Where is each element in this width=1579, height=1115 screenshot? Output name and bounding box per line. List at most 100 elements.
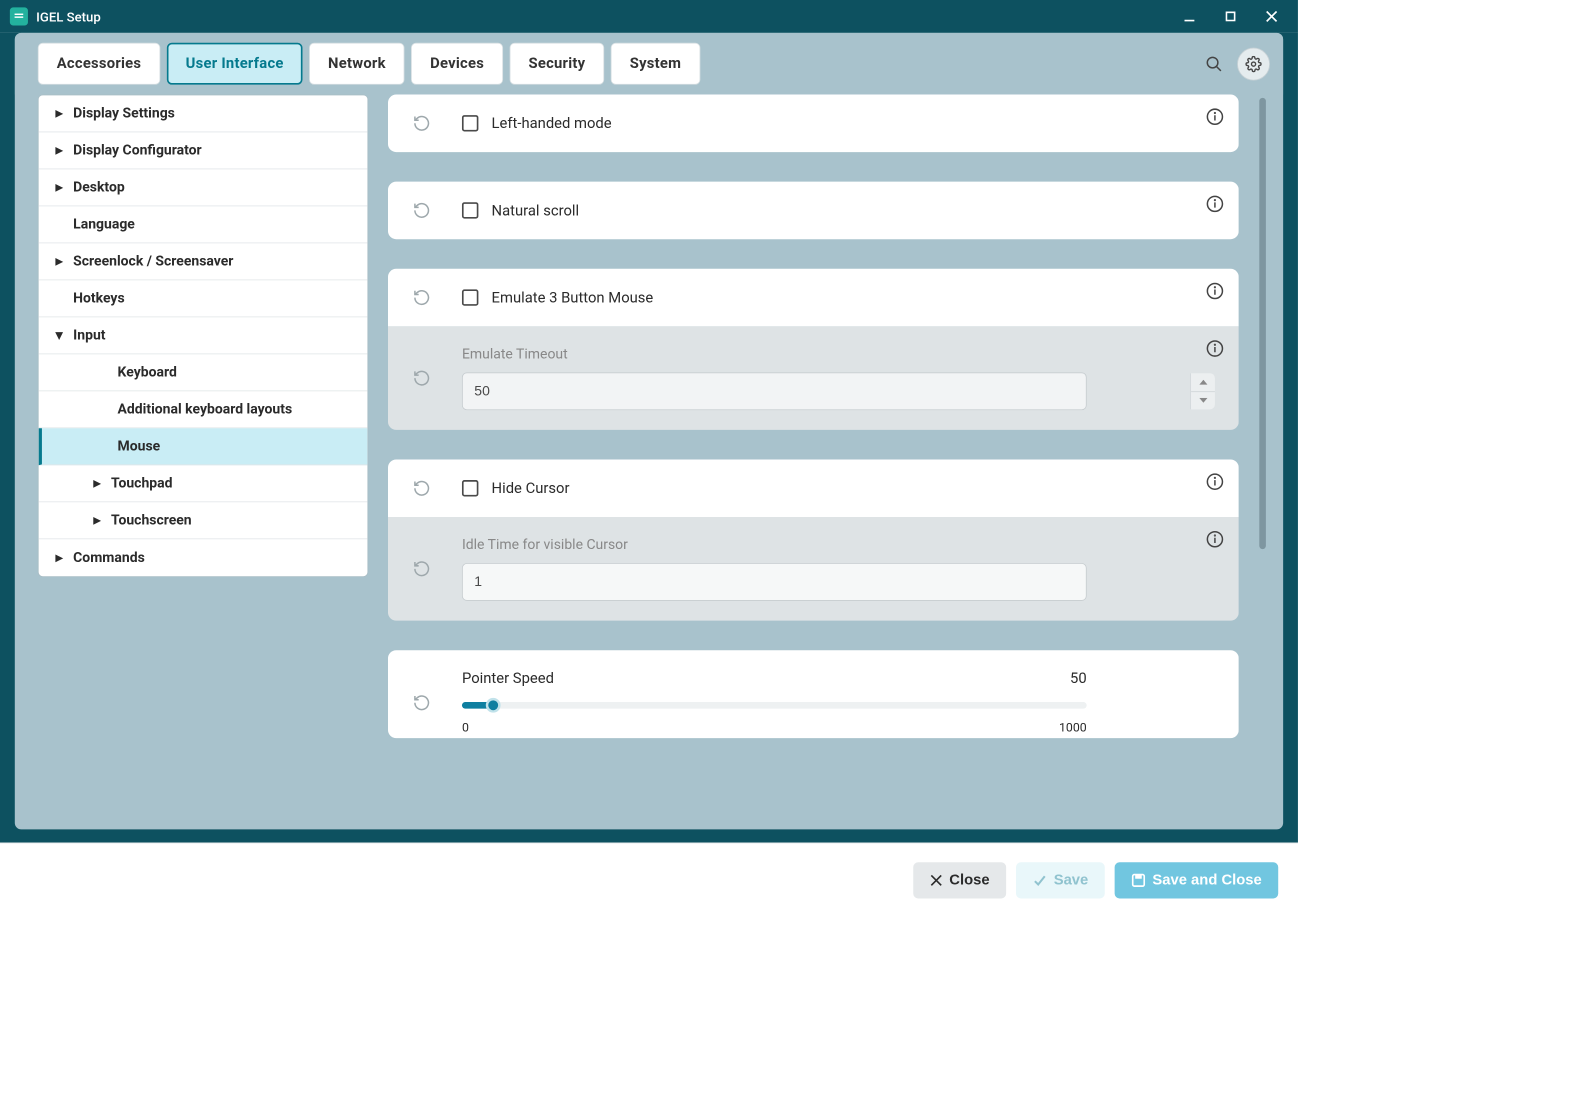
window-title: IGEL Setup bbox=[36, 9, 101, 25]
idle-time-input[interactable] bbox=[462, 563, 1087, 601]
scrollbar[interactable] bbox=[1258, 95, 1266, 830]
emulate-timeout-input[interactable] bbox=[462, 372, 1087, 410]
reset-icon[interactable] bbox=[411, 479, 432, 497]
natural-scroll-checkbox[interactable] bbox=[462, 202, 478, 218]
spinner-up[interactable] bbox=[1191, 373, 1215, 391]
emulate-timeout-label: Emulate Timeout bbox=[462, 346, 1216, 362]
info-icon[interactable] bbox=[1206, 195, 1224, 213]
sidebar-item-label: Display Configurator bbox=[73, 142, 202, 158]
info-icon[interactable] bbox=[1206, 282, 1224, 300]
reset-icon[interactable] bbox=[411, 201, 432, 219]
sidebar-item-keyboard[interactable]: ▸ Keyboard bbox=[39, 354, 368, 391]
sidebar-item-label: Desktop bbox=[73, 179, 125, 195]
sidebar-item-display-configurator[interactable]: ▸ Display Configurator bbox=[39, 132, 368, 169]
info-icon[interactable] bbox=[1206, 530, 1224, 548]
slider-thumb[interactable] bbox=[486, 698, 501, 713]
chevron-right-icon: ▸ bbox=[53, 550, 65, 566]
setting-idle-time: Idle Time for visible Cursor bbox=[388, 517, 1239, 621]
scrollbar-thumb[interactable] bbox=[1259, 98, 1266, 550]
setting-natural-scroll: Natural scroll bbox=[388, 182, 1239, 240]
spinner-down[interactable] bbox=[1191, 392, 1215, 410]
sidebar-item-label: Touchpad bbox=[111, 475, 173, 491]
setting-pointer-speed: Pointer Speed 50 0 1000 bbox=[388, 650, 1239, 738]
hide-cursor-label: Hide Cursor bbox=[492, 480, 570, 497]
slider-max: 1000 bbox=[1059, 720, 1087, 735]
sidebar-item-screenlock[interactable]: ▸ Screenlock / Screensaver bbox=[39, 243, 368, 280]
tab-security[interactable]: Security bbox=[510, 43, 605, 85]
pointer-speed-label: Pointer Speed bbox=[462, 670, 554, 687]
app-icon bbox=[10, 7, 28, 25]
pointer-speed-value: 50 bbox=[1070, 670, 1087, 687]
chevron-right-icon: ▸ bbox=[53, 253, 65, 269]
sidebar-item-touchpad[interactable]: ▸ Touchpad bbox=[39, 465, 368, 502]
chevron-right-icon: ▸ bbox=[91, 512, 103, 528]
sidebar-item-language[interactable]: ▸ Language bbox=[39, 206, 368, 243]
setting-emulate-timeout: Emulate Timeout bbox=[388, 326, 1239, 430]
setting-hide-cursor: Hide Cursor bbox=[388, 459, 1239, 517]
close-icon bbox=[930, 873, 943, 886]
sidebar-item-desktop[interactable]: ▸ Desktop bbox=[39, 169, 368, 206]
chevron-right-icon: ▸ bbox=[53, 105, 65, 121]
sidebar-item-label: Language bbox=[73, 216, 135, 232]
left-handed-label: Left-handed mode bbox=[492, 115, 612, 132]
save-button-label: Save bbox=[1054, 871, 1089, 888]
tab-row: Accessories User Interface Network Devic… bbox=[38, 43, 700, 85]
search-button[interactable] bbox=[1198, 47, 1231, 80]
sidebar-item-input[interactable]: ▾ Input bbox=[39, 317, 368, 354]
setting-left-handed: Left-handed mode bbox=[388, 95, 1239, 153]
tab-user-interface[interactable]: User Interface bbox=[167, 43, 303, 85]
info-icon[interactable] bbox=[1206, 108, 1224, 126]
sidebar-item-label: Hotkeys bbox=[73, 290, 124, 306]
minimize-button[interactable] bbox=[1173, 0, 1206, 33]
close-button[interactable]: Close bbox=[913, 862, 1006, 898]
sidebar-item-commands[interactable]: ▸ Commands bbox=[39, 539, 368, 576]
pointer-speed-slider[interactable] bbox=[462, 702, 1087, 709]
natural-scroll-label: Natural scroll bbox=[492, 202, 580, 219]
close-button-label: Close bbox=[949, 871, 989, 888]
reset-icon[interactable] bbox=[411, 289, 432, 307]
reset-icon[interactable] bbox=[411, 369, 432, 387]
sidebar-item-label: Keyboard bbox=[118, 364, 177, 380]
tab-devices[interactable]: Devices bbox=[411, 43, 503, 85]
sidebar-item-label: Display Settings bbox=[73, 105, 175, 121]
setting-emulate3: Emulate 3 Button Mouse bbox=[388, 269, 1239, 327]
topbar: Accessories User Interface Network Devic… bbox=[15, 33, 1283, 95]
slider-min: 0 bbox=[462, 720, 469, 735]
left-handed-checkbox[interactable] bbox=[462, 115, 478, 131]
titlebar: IGEL Setup bbox=[0, 0, 1298, 33]
settings-panel: Left-handed mode bbox=[388, 95, 1239, 830]
sidebar-item-additional-keyboard[interactable]: ▸ Additional keyboard layouts bbox=[39, 391, 368, 428]
info-icon[interactable] bbox=[1206, 473, 1224, 491]
gear-button[interactable] bbox=[1237, 47, 1270, 80]
content-row: ▸ Display Settings ▸ Display Configurato… bbox=[15, 95, 1283, 830]
check-icon bbox=[1032, 873, 1047, 888]
sidebar-item-label: Additional keyboard layouts bbox=[118, 401, 293, 417]
save-button[interactable]: Save bbox=[1016, 862, 1105, 898]
chevron-down-icon: ▾ bbox=[53, 327, 65, 343]
reset-icon[interactable] bbox=[411, 114, 432, 132]
sidebar: ▸ Display Settings ▸ Display Configurato… bbox=[38, 95, 368, 578]
maximize-button[interactable] bbox=[1214, 0, 1247, 33]
save-icon bbox=[1131, 873, 1146, 888]
sidebar-item-hotkeys[interactable]: ▸ Hotkeys bbox=[39, 280, 368, 317]
reset-icon[interactable] bbox=[411, 693, 432, 711]
tab-accessories[interactable]: Accessories bbox=[38, 43, 160, 85]
tab-network[interactable]: Network bbox=[309, 43, 405, 85]
tab-system[interactable]: System bbox=[611, 43, 700, 85]
emulate3-checkbox[interactable] bbox=[462, 289, 478, 305]
chevron-right-icon: ▸ bbox=[53, 142, 65, 158]
chevron-right-icon: ▸ bbox=[91, 475, 103, 491]
info-icon[interactable] bbox=[1206, 339, 1224, 357]
sidebar-item-touchscreen[interactable]: ▸ Touchscreen bbox=[39, 502, 368, 539]
sidebar-item-label: Screenlock / Screensaver bbox=[73, 253, 233, 269]
sidebar-item-label: Input bbox=[73, 327, 105, 343]
sidebar-item-display-settings[interactable]: ▸ Display Settings bbox=[39, 95, 368, 132]
chevron-right-icon: ▸ bbox=[53, 179, 65, 195]
emulate3-label: Emulate 3 Button Mouse bbox=[492, 289, 654, 306]
hide-cursor-checkbox[interactable] bbox=[462, 480, 478, 496]
save-close-button[interactable]: Save and Close bbox=[1115, 862, 1279, 898]
reset-icon[interactable] bbox=[411, 560, 432, 578]
close-window-button[interactable] bbox=[1255, 0, 1288, 33]
inner-wrap: Accessories User Interface Network Devic… bbox=[15, 33, 1283, 830]
sidebar-item-mouse[interactable]: ▸ Mouse bbox=[39, 428, 368, 465]
